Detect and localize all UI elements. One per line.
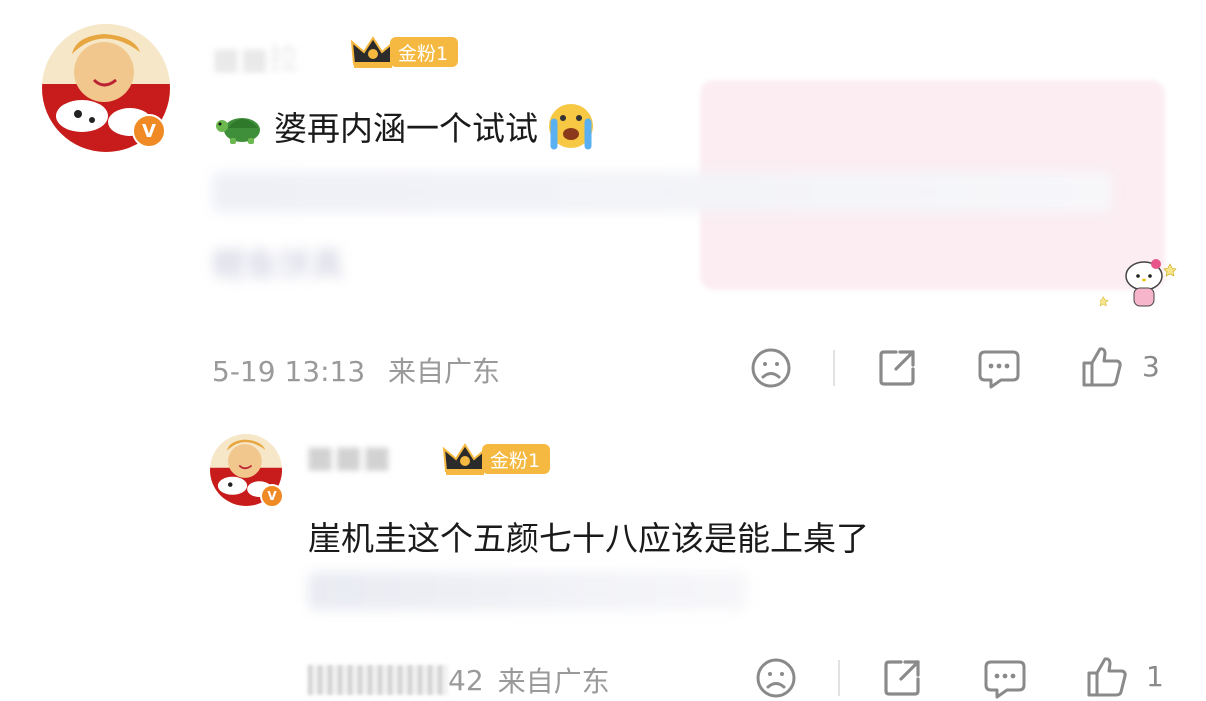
- username-blurred[interactable]: ■■拉: [212, 34, 299, 78]
- redacted-text: [212, 172, 1112, 212]
- turtle-emoji-icon: [212, 104, 268, 148]
- comment-icon[interactable]: [983, 658, 1027, 700]
- divider: [838, 660, 840, 696]
- comment-text: 崖机圭这个五颜七十八应该是能上桌了: [308, 512, 1158, 560]
- redacted-timestamp: [308, 665, 448, 695]
- comment-icon[interactable]: [977, 348, 1021, 390]
- comment-text: 婆再内涵一个试试: [212, 100, 600, 152]
- share-icon[interactable]: [881, 657, 923, 699]
- like-icon[interactable]: [1085, 655, 1129, 699]
- location: 来自广东: [497, 665, 610, 698]
- comment-text-body: 崖机圭这个五颜七十八应该是能上桌了: [308, 519, 869, 558]
- comment-text-body: 婆再内涵一个试试: [274, 109, 538, 148]
- like-count: 1: [1146, 660, 1164, 693]
- comment-text-line2: 鲤鱼饼真: [212, 245, 344, 284]
- comment-2: V ■■■ 金粉1 崖机圭这个五颜七十八应该是能上桌了 42 来自广东 1: [0, 410, 1206, 701]
- timestamp: 5-19 13:13: [212, 355, 366, 388]
- comment-meta: 42 来自广东: [308, 660, 610, 700]
- fan-badge-label: 金粉1: [482, 444, 551, 474]
- like-icon[interactable]: [1080, 345, 1124, 389]
- verified-badge-icon: V: [260, 484, 284, 508]
- comment-1: V ■■拉 金粉1 婆再内涵一个试试 鲤鱼饼真 5-19 13:13 来自广东 …: [0, 0, 1206, 400]
- dislike-icon[interactable]: [755, 657, 797, 699]
- location: 来自广东: [388, 355, 501, 388]
- hello-kitty-sticker-icon: [1097, 246, 1180, 316]
- dislike-icon[interactable]: [750, 347, 792, 389]
- share-icon[interactable]: [876, 347, 918, 389]
- timestamp: 42: [448, 663, 484, 697]
- redacted-text: [308, 572, 748, 610]
- fan-badge: 金粉1: [350, 35, 459, 69]
- divider: [833, 350, 835, 386]
- crying-emoji-icon: [542, 100, 600, 152]
- fan-badge: 金粉1: [442, 442, 551, 476]
- comment-meta: 5-19 13:13 来自广东: [212, 350, 500, 390]
- like-count: 3: [1142, 350, 1160, 383]
- fan-badge-label: 金粉1: [390, 37, 459, 67]
- verified-badge-icon: V: [132, 114, 166, 148]
- username-blurred[interactable]: ■■■: [306, 440, 391, 475]
